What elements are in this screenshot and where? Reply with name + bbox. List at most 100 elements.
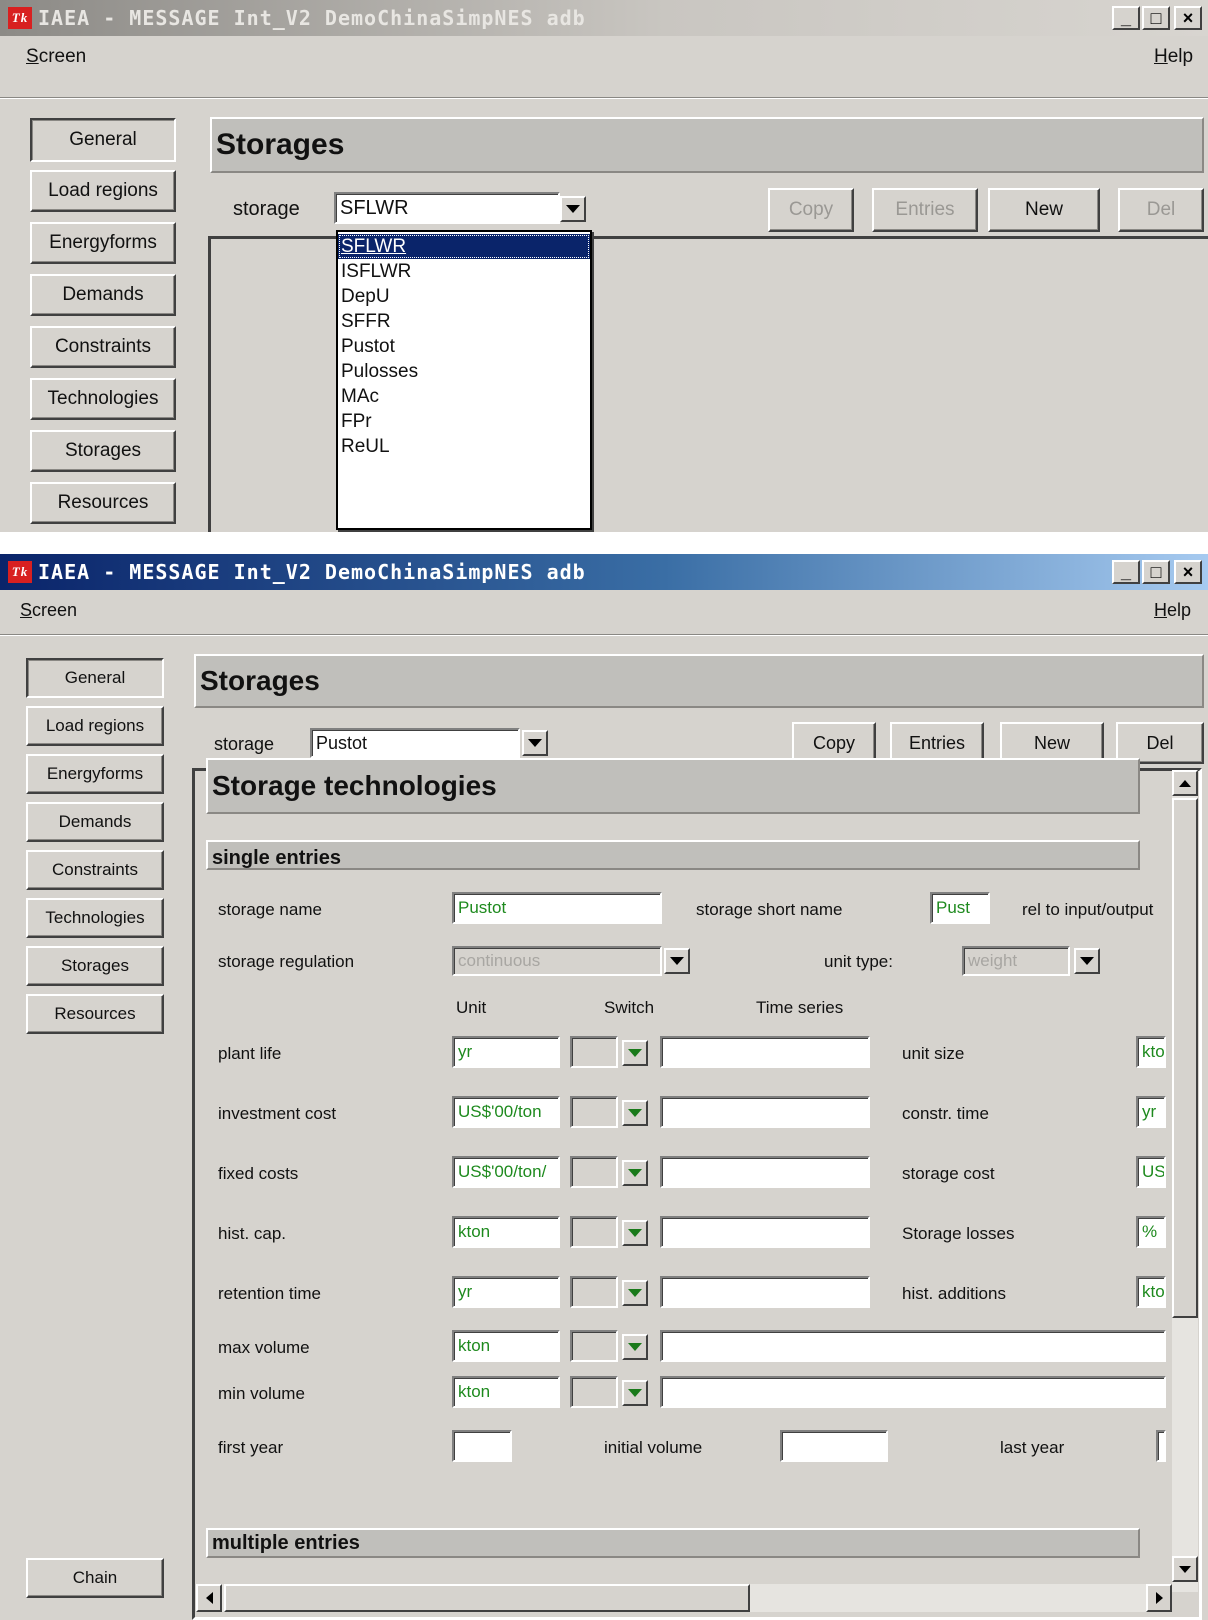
nav-technologies[interactable]: Technologies: [26, 898, 164, 938]
nav-energyforms[interactable]: Energyforms: [30, 222, 176, 264]
param-label: fixed costs: [218, 1164, 299, 1183]
dropdown-option-fpr[interactable]: FPr: [338, 409, 590, 434]
nav-storages[interactable]: Storages: [26, 946, 164, 986]
right-param-unit-input[interactable]: kto: [1136, 1036, 1166, 1068]
param-timeseries-input[interactable]: [660, 1376, 1166, 1408]
right-param-unit-input[interactable]: %: [1136, 1216, 1166, 1248]
right-param-unit-input[interactable]: yr: [1136, 1096, 1166, 1128]
nav-general[interactable]: General: [26, 658, 164, 698]
unit-type-select[interactable]: weight: [962, 946, 1070, 976]
initial-volume-input[interactable]: [780, 1430, 888, 1462]
param-switch-dropdown-button[interactable]: [622, 1334, 648, 1360]
storage-dropdown-button[interactable]: [560, 196, 586, 222]
del-button[interactable]: Del: [1118, 188, 1204, 232]
param-unit-input[interactable]: kton: [452, 1216, 560, 1248]
close-button[interactable]: ×: [1174, 6, 1202, 30]
param-switch-select[interactable]: [570, 1096, 618, 1128]
param-timeseries-input[interactable]: [660, 1156, 870, 1188]
param-switch-select[interactable]: [570, 1216, 618, 1248]
menu-help[interactable]: Help: [1154, 46, 1193, 68]
param-switch-dropdown-button[interactable]: [622, 1220, 648, 1246]
regulation-dropdown-button[interactable]: [664, 948, 690, 974]
maximize-button[interactable]: □: [1142, 6, 1170, 30]
storage-select[interactable]: Pustot: [310, 728, 520, 758]
scroll-up-button[interactable]: [1172, 770, 1198, 796]
chain-button[interactable]: Chain: [26, 1558, 164, 1598]
nav-general[interactable]: General: [30, 118, 176, 162]
dropdown-option-depu[interactable]: DepU: [338, 284, 590, 309]
nav-demands[interactable]: Demands: [26, 802, 164, 842]
nav-load-regions[interactable]: Load regions: [30, 170, 176, 212]
title-bar[interactable]: Tk IAEA - MESSAGE Int_V2 DemoChinaSimpNE…: [0, 554, 1208, 590]
param-switch-select[interactable]: [570, 1330, 618, 1362]
nav-energyforms[interactable]: Energyforms: [26, 754, 164, 794]
param-unit-input[interactable]: yr: [452, 1276, 560, 1308]
nav-constraints[interactable]: Constraints: [26, 850, 164, 890]
param-label: investment cost: [218, 1104, 337, 1123]
new-button[interactable]: New: [988, 188, 1100, 232]
param-switch-select[interactable]: [570, 1376, 618, 1408]
dropdown-option-mac[interactable]: MAc: [338, 384, 590, 409]
param-switch-dropdown-button[interactable]: [622, 1380, 648, 1406]
chevron-down-icon: [628, 1343, 642, 1351]
column-timeseries-header: Time series: [756, 998, 844, 1017]
storage-short-name-input[interactable]: Pust: [930, 892, 990, 924]
nav-constraints[interactable]: Constraints: [30, 326, 176, 368]
menu-help[interactable]: Help: [1154, 600, 1191, 621]
param-switch-dropdown-button[interactable]: [622, 1100, 648, 1126]
storage-select[interactable]: SFLWR: [334, 192, 560, 224]
param-switch-select[interactable]: [570, 1036, 618, 1068]
right-param-unit-input[interactable]: US: [1136, 1156, 1166, 1188]
minimize-button[interactable]: _: [1112, 6, 1140, 30]
first-year-input[interactable]: [452, 1430, 512, 1462]
last-year-input[interactable]: [1156, 1430, 1166, 1462]
nav-storages[interactable]: Storages: [30, 430, 176, 472]
param-switch-select[interactable]: [570, 1156, 618, 1188]
param-switch-dropdown-button[interactable]: [622, 1160, 648, 1186]
param-switch-dropdown-button[interactable]: [622, 1280, 648, 1306]
unit-type-dropdown-button[interactable]: [1074, 948, 1100, 974]
storage-regulation-select[interactable]: continuous: [452, 946, 662, 976]
storage-dropdown-button[interactable]: [522, 730, 548, 756]
param-timeseries-input[interactable]: [660, 1096, 870, 1128]
unit-type-label: unit type:: [824, 952, 893, 971]
scroll-down-button[interactable]: [1172, 1556, 1198, 1582]
dropdown-option-isflwr[interactable]: ISFLWR: [338, 259, 590, 284]
dropdown-option-reul[interactable]: ReUL: [338, 434, 590, 459]
param-switch-select[interactable]: [570, 1276, 618, 1308]
param-timeseries-input[interactable]: [660, 1216, 870, 1248]
title-bar[interactable]: Tk IAEA - MESSAGE Int_V2 DemoChinaSimpNE…: [0, 0, 1208, 36]
copy-button[interactable]: Copy: [768, 188, 854, 232]
maximize-button[interactable]: □: [1142, 560, 1170, 584]
param-switch-dropdown-button[interactable]: [622, 1040, 648, 1066]
param-timeseries-input[interactable]: [660, 1330, 1166, 1362]
minimize-button[interactable]: _: [1112, 560, 1140, 584]
param-timeseries-input[interactable]: [660, 1276, 870, 1308]
param-unit-input[interactable]: kton: [452, 1330, 560, 1362]
nav-resources[interactable]: Resources: [26, 994, 164, 1034]
storage-dropdown-list[interactable]: SFLWR ISFLWR DepU SFFR Pustot Pulosses M…: [336, 230, 592, 530]
param-unit-input[interactable]: US$'00/ton: [452, 1096, 560, 1128]
storage-name-input[interactable]: Pustot: [452, 892, 662, 924]
horizontal-scroll-thumb[interactable]: [224, 1584, 750, 1612]
param-unit-input[interactable]: kton: [452, 1376, 560, 1408]
entries-button[interactable]: Entries: [872, 188, 978, 232]
dropdown-option-pulosses[interactable]: Pulosses: [338, 359, 590, 384]
param-timeseries-input[interactable]: [660, 1036, 870, 1068]
close-button[interactable]: ×: [1174, 560, 1202, 584]
scroll-left-button[interactable]: [196, 1584, 222, 1612]
param-unit-input[interactable]: US$'00/ton/: [452, 1156, 560, 1188]
scroll-right-button[interactable]: [1146, 1584, 1172, 1612]
vertical-scroll-thumb[interactable]: [1172, 798, 1198, 1318]
right-param-unit-input[interactable]: kto: [1136, 1276, 1166, 1308]
nav-technologies[interactable]: Technologies: [30, 378, 176, 420]
menu-screen[interactable]: Screen: [26, 46, 86, 68]
param-unit-input[interactable]: yr: [452, 1036, 560, 1068]
menu-screen[interactable]: Screen: [20, 600, 77, 621]
nav-demands[interactable]: Demands: [30, 274, 176, 316]
dropdown-option-pustot[interactable]: Pustot: [338, 334, 590, 359]
nav-load-regions[interactable]: Load regions: [26, 706, 164, 746]
nav-resources[interactable]: Resources: [30, 482, 176, 524]
dropdown-option-sflwr[interactable]: SFLWR: [338, 234, 590, 259]
dropdown-option-sffr[interactable]: SFFR: [338, 309, 590, 334]
